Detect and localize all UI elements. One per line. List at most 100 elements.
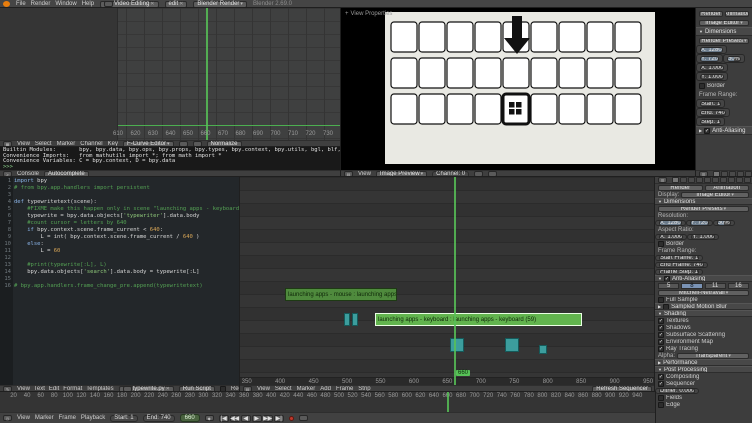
tab-scene[interactable]: [680, 177, 687, 183]
next-keyframe-button[interactable]: ▶▶: [263, 415, 273, 422]
vse-strip[interactable]: [450, 338, 464, 352]
border-checkbox[interactable]: [658, 241, 664, 247]
current-frame-field[interactable]: 660: [180, 414, 200, 422]
border-checkbox[interactable]: [699, 83, 705, 89]
timeline-type-icon[interactable]: ◷: [3, 415, 12, 421]
menu-render[interactable]: Render: [31, 1, 51, 7]
aa-samples-8-button[interactable]: 8: [681, 283, 702, 289]
menu-help[interactable]: Help: [82, 1, 94, 7]
x-1280-field[interactable]: X: 1280: [659, 220, 682, 226]
start-1-field[interactable]: Start: 1: [700, 101, 721, 107]
render-engine-selector[interactable]: Blender Render ▾: [193, 1, 247, 8]
panel-performance[interactable]: ▶Performance: [655, 359, 752, 366]
environment-map-checkbox[interactable]: ✓: [658, 339, 664, 345]
panel-sampled-motion-blur[interactable]: ▶Sampled Motion Blur: [655, 303, 752, 310]
strip-region[interactable]: launching apps - mouse : launching apps …: [240, 177, 655, 377]
close-icon[interactable]: ✕: [179, 1, 183, 7]
panel-anti-aliasing[interactable]: ▼✓Anti-Aliasing: [655, 275, 752, 282]
tab-render[interactable]: [672, 177, 679, 183]
y-1-000-field[interactable]: Y: 1.000: [700, 74, 724, 80]
menu-marker[interactable]: Marker: [35, 415, 54, 421]
tab-material[interactable]: [728, 177, 735, 183]
console-output[interactable]: Builtin Modules: bpy, bpy.data, bpy.ops,…: [0, 147, 341, 170]
start-frame-1-field[interactable]: Start Frame: 1: [659, 255, 699, 261]
playhead[interactable]: [454, 177, 456, 385]
tab-data[interactable]: [720, 177, 727, 183]
play-reverse-button[interactable]: ◀: [241, 415, 251, 422]
sampled-motion-blur-checkbox[interactable]: [663, 304, 669, 310]
tab-world[interactable]: [688, 177, 695, 183]
vse-strip[interactable]: [505, 338, 519, 352]
menu-view[interactable]: View: [17, 415, 30, 421]
playhead[interactable]: [206, 8, 208, 140]
subsurface-scattering-checkbox[interactable]: ✓: [658, 332, 664, 338]
play-button[interactable]: ▶: [252, 415, 262, 422]
x-1-000-field[interactable]: X: 1.000: [700, 65, 724, 71]
vse-strip-selected[interactable]: launching apps - keyboard : launching ap…: [375, 313, 582, 326]
animation-button[interactable]: Animation: [725, 11, 749, 17]
y-720-field[interactable]: Y: 720: [700, 56, 719, 62]
panel-post-processing[interactable]: ▼Post Processing: [655, 366, 752, 373]
image-editor-dropdown[interactable]: Image Editor▾: [681, 192, 749, 198]
tab-object[interactable]: [696, 177, 703, 183]
vse-strip[interactable]: [352, 313, 358, 326]
sync-icon[interactable]: [299, 415, 308, 421]
50-field[interactable]: 50%: [727, 56, 741, 62]
code-area[interactable]: import bpy# from bpy.app.handlers import…: [14, 177, 240, 385]
scene-selector[interactable]: edit ✕: [165, 1, 188, 8]
render-presets-dropdown[interactable]: Render Presets▾: [699, 38, 749, 44]
render-button[interactable]: Render: [699, 11, 723, 17]
anti-aliasing-checkbox[interactable]: ✓: [664, 276, 670, 282]
50-field[interactable]: 50%: [717, 220, 731, 226]
fcurve-line[interactable]: [118, 125, 341, 126]
aa-samples-5-button[interactable]: 5: [658, 283, 679, 289]
y-720-field[interactable]: Y: 720: [690, 220, 709, 226]
ray-tracing-checkbox[interactable]: ✓: [658, 346, 664, 352]
tab-physics[interactable]: [744, 177, 751, 183]
menu-frame[interactable]: Frame: [59, 415, 76, 421]
render-presets-dropdown[interactable]: Render Presets▾: [658, 206, 749, 212]
keying-set-icon[interactable]: ◆: [205, 415, 214, 421]
close-icon[interactable]: ✕: [150, 1, 154, 7]
panel-shading[interactable]: ▼Shading: [655, 310, 752, 317]
frame-step-1-field[interactable]: Frame Step: 1: [659, 269, 699, 275]
graph-channel-region[interactable]: [0, 8, 118, 140]
render-button[interactable]: Render: [658, 185, 703, 191]
timeline-ruler[interactable]: 2040608010012014016018020022024026028030…: [0, 392, 655, 412]
end-frame-field[interactable]: End: 740: [143, 415, 175, 422]
x-1-000-field[interactable]: X: 1.000: [659, 234, 683, 240]
end-740-field[interactable]: End: 740: [700, 110, 726, 116]
start-frame-field[interactable]: Start: 1: [110, 415, 137, 422]
vse-frame-ruler[interactable]: 350400450500550600650700750800850900950: [240, 377, 655, 385]
menu-playback[interactable]: Playback: [81, 415, 105, 421]
panel-dimensions[interactable]: ▼Dimensions: [655, 198, 752, 205]
x-1280-field[interactable]: X: 1280: [700, 47, 723, 53]
vse-strip[interactable]: [539, 345, 547, 354]
jump-end-button[interactable]: ▶|: [274, 415, 284, 422]
panel-anti-aliasing[interactable]: ▶✓Anti-Aliasing: [696, 126, 752, 135]
menu-file[interactable]: File: [16, 1, 26, 7]
menu-window[interactable]: Window: [55, 1, 76, 7]
aa-samples-16-button[interactable]: 16: [728, 283, 749, 289]
panel-dimensions[interactable]: ▼Dimensions: [696, 27, 752, 36]
graph-frame-ruler[interactable]: 610620630640650660670680690700710720730: [0, 130, 341, 140]
sequencer-checkbox[interactable]: ✓: [658, 381, 664, 387]
screen-layout-selector[interactable]: Video Editing ✕: [100, 1, 158, 8]
view-properties-panel-tab[interactable]: + View Properties: [345, 11, 392, 17]
step-1-field[interactable]: Step: 1: [700, 119, 721, 125]
blender-logo-icon[interactable]: [3, 1, 10, 7]
shadows-checkbox[interactable]: ✓: [658, 325, 664, 331]
vse-strip[interactable]: launching apps - mouse : launching apps …: [285, 288, 397, 301]
aa-samples-11-button[interactable]: 11: [705, 283, 726, 289]
prev-keyframe-button[interactable]: ◀◀: [230, 415, 240, 422]
end-frame-740-field[interactable]: End Frame: 740: [659, 262, 704, 268]
tab-modifiers[interactable]: [712, 177, 719, 183]
jump-start-button[interactable]: |◀: [219, 415, 229, 422]
y-1-000-field[interactable]: Y: 1.000: [691, 234, 715, 240]
tab-constraints[interactable]: [704, 177, 711, 183]
full-sample-checkbox[interactable]: [658, 297, 664, 303]
image-editor-dropdown[interactable]: Image Editor▾: [699, 20, 749, 26]
dither-0-000-field[interactable]: Dither: 0.000: [659, 388, 695, 394]
mitchell-netravali-dropdown[interactable]: Mitchell-Netravali▾: [658, 290, 749, 296]
edge-checkbox[interactable]: [658, 402, 664, 408]
